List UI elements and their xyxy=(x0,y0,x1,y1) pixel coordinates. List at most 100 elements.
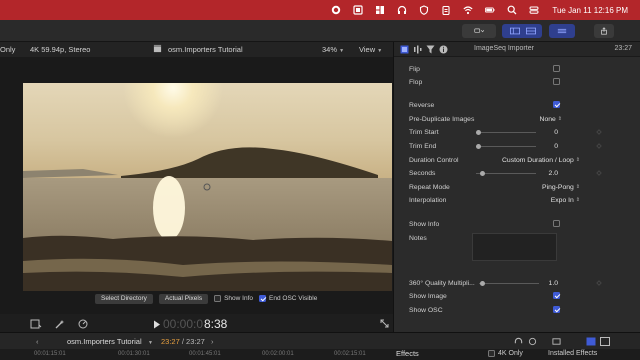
viewer-transport: 00:00:0 8:38 xyxy=(0,314,393,334)
slider-knob[interactable] xyxy=(476,144,481,149)
repeat-mode-value: Ping-Pong xyxy=(542,183,574,191)
pre-duplicate-label: Pre-Duplicate Images xyxy=(409,115,475,123)
show-osc-checkbox[interactable] xyxy=(553,305,560,315)
keywords-button[interactable] xyxy=(462,24,496,38)
record-icon[interactable] xyxy=(330,5,341,16)
installed-effects-menu[interactable]: Installed Effects xyxy=(548,350,597,357)
video-inspector-icon[interactable] xyxy=(400,45,409,56)
transitions-browser-icon[interactable] xyxy=(600,337,610,348)
headphones-icon[interactable] xyxy=(514,337,523,348)
show-image-checkbox[interactable] xyxy=(553,291,560,301)
seconds-label: Seconds xyxy=(409,169,436,177)
app-toolbar xyxy=(0,20,640,42)
trim-start-slider[interactable] xyxy=(476,130,536,135)
timeline-total: 23:27 xyxy=(186,336,205,346)
library-filter-label[interactable]: Only xyxy=(0,45,15,54)
slider-knob[interactable] xyxy=(480,171,485,176)
keyframe-icon[interactable] xyxy=(596,129,602,135)
seconds-slider[interactable] xyxy=(476,171,536,176)
select-directory-button[interactable]: Select Directory xyxy=(95,293,153,304)
video-image xyxy=(23,83,392,291)
chevron-updown-icon: ⇕ xyxy=(575,184,580,190)
screenshot-icon[interactable] xyxy=(352,5,363,16)
duration-control-popup[interactable]: Custom Duration / Loop ⇕ xyxy=(502,157,580,164)
timeline-header: ‹ osm.Importers Tutorial ▼ 23:27 / 23:27… xyxy=(0,332,640,349)
show-info-checkbox-label: Show Info xyxy=(224,295,254,302)
timeline-project-title[interactable]: osm.Importers Tutorial xyxy=(67,337,142,346)
show-info-checkbox[interactable]: Show Info xyxy=(214,295,253,302)
view-menu[interactable]: View ▼ xyxy=(359,45,382,54)
trim-end-slider[interactable] xyxy=(476,144,536,149)
show-info-checkbox[interactable] xyxy=(553,219,560,229)
keyframe-icon[interactable] xyxy=(596,143,602,149)
share-button[interactable] xyxy=(594,24,614,38)
flop-checkbox[interactable] xyxy=(553,77,560,87)
keyframe-icon[interactable] xyxy=(596,170,602,176)
actual-pixels-button[interactable]: Actual Pixels xyxy=(158,293,209,304)
timeline-toggle-button[interactable] xyxy=(520,24,542,38)
play-icon[interactable] xyxy=(153,320,161,331)
search-icon[interactable] xyxy=(506,5,517,16)
zoom-menu[interactable]: 34% ▼ xyxy=(322,45,344,54)
filter-inspector-icon[interactable] xyxy=(426,45,435,56)
back-arrow-icon[interactable]: ‹ xyxy=(36,337,39,346)
ruler-tick: 00:01:45:01 xyxy=(189,351,221,357)
quality-label: 360° Quality Multipli... xyxy=(409,279,475,287)
slider-knob[interactable] xyxy=(476,130,481,135)
flip-row: Flip xyxy=(409,63,609,75)
slider-knob[interactable] xyxy=(480,281,485,286)
ruler-tick: 00:02:15:01 xyxy=(334,351,366,357)
interpolation-label: Interpolation xyxy=(409,196,447,204)
trim-start-value[interactable]: 0 xyxy=(554,129,558,136)
trim-start-label: Trim Start xyxy=(409,128,439,136)
flip-checkbox[interactable] xyxy=(553,64,560,74)
headphones-icon[interactable] xyxy=(396,5,407,16)
fullscreen-icon[interactable] xyxy=(380,319,389,330)
4k-only-label: 4K Only xyxy=(498,350,523,357)
speed-icon[interactable] xyxy=(78,319,90,331)
checkbox-box-checked xyxy=(553,100,560,108)
seconds-row: Seconds 2.0 xyxy=(409,167,609,179)
notes-field[interactable] xyxy=(472,233,557,261)
inspector-panel: ImageSeq Importer 23:27 Flip Flop Revers… xyxy=(393,42,640,332)
grid-icon[interactable] xyxy=(374,5,385,16)
tool-select-icon[interactable] xyxy=(30,319,42,331)
quality-slider[interactable] xyxy=(479,281,539,286)
clipboard-icon[interactable] xyxy=(440,5,451,16)
viewer-format: 4K 59.94p, Stereo xyxy=(30,45,91,54)
show-osc-label: Show OSC xyxy=(409,306,443,314)
flip-label: Flip xyxy=(409,65,420,73)
chevron-updown-icon: ⇕ xyxy=(575,197,580,203)
chevron-down-icon[interactable]: ▼ xyxy=(148,337,153,346)
effects-browser-icon[interactable] xyxy=(586,337,596,348)
battery-icon[interactable] xyxy=(484,5,495,16)
control-center-icon[interactable] xyxy=(528,5,539,16)
menubar-clock[interactable]: Tue Jan 11 12:16 PM xyxy=(552,6,628,15)
shield-icon[interactable] xyxy=(418,5,429,16)
timecode-display[interactable]: 8:38 xyxy=(204,317,227,331)
trim-end-value[interactable]: 0 xyxy=(554,143,558,150)
magic-wand-icon[interactable] xyxy=(54,319,66,331)
wifi-icon[interactable] xyxy=(462,5,473,16)
solo-icon[interactable] xyxy=(528,337,537,348)
snapping-icon[interactable] xyxy=(552,337,561,348)
reverse-checkbox[interactable] xyxy=(553,100,560,110)
interpolation-popup[interactable]: Expo In ⇕ xyxy=(551,197,580,204)
end-osc-checkbox[interactable]: End OSC Visible xyxy=(259,295,317,302)
checkbox-box xyxy=(553,77,560,85)
keyframe-icon[interactable] xyxy=(596,280,602,286)
video-frame[interactable] xyxy=(23,83,392,291)
duration-control-label: Duration Control xyxy=(409,156,459,164)
repeat-mode-popup[interactable]: Ping-Pong ⇕ xyxy=(542,184,580,191)
duration-control-value: Custom Duration / Loop xyxy=(502,156,574,164)
forward-arrow-icon[interactable]: › xyxy=(211,337,214,346)
seconds-value[interactable]: 2.0 xyxy=(549,170,558,177)
quality-value[interactable]: 1.0 xyxy=(549,280,558,287)
4k-only-checkbox[interactable]: 4K Only xyxy=(488,350,523,357)
show-osc-row: Show OSC xyxy=(409,304,609,316)
repeat-mode-label: Repeat Mode xyxy=(409,183,450,191)
pre-duplicate-popup[interactable]: None ⇕ xyxy=(540,116,562,123)
audio-inspector-icon[interactable] xyxy=(413,45,422,56)
inspector-toggle-button[interactable] xyxy=(549,24,575,38)
info-icon[interactable] xyxy=(439,45,448,56)
